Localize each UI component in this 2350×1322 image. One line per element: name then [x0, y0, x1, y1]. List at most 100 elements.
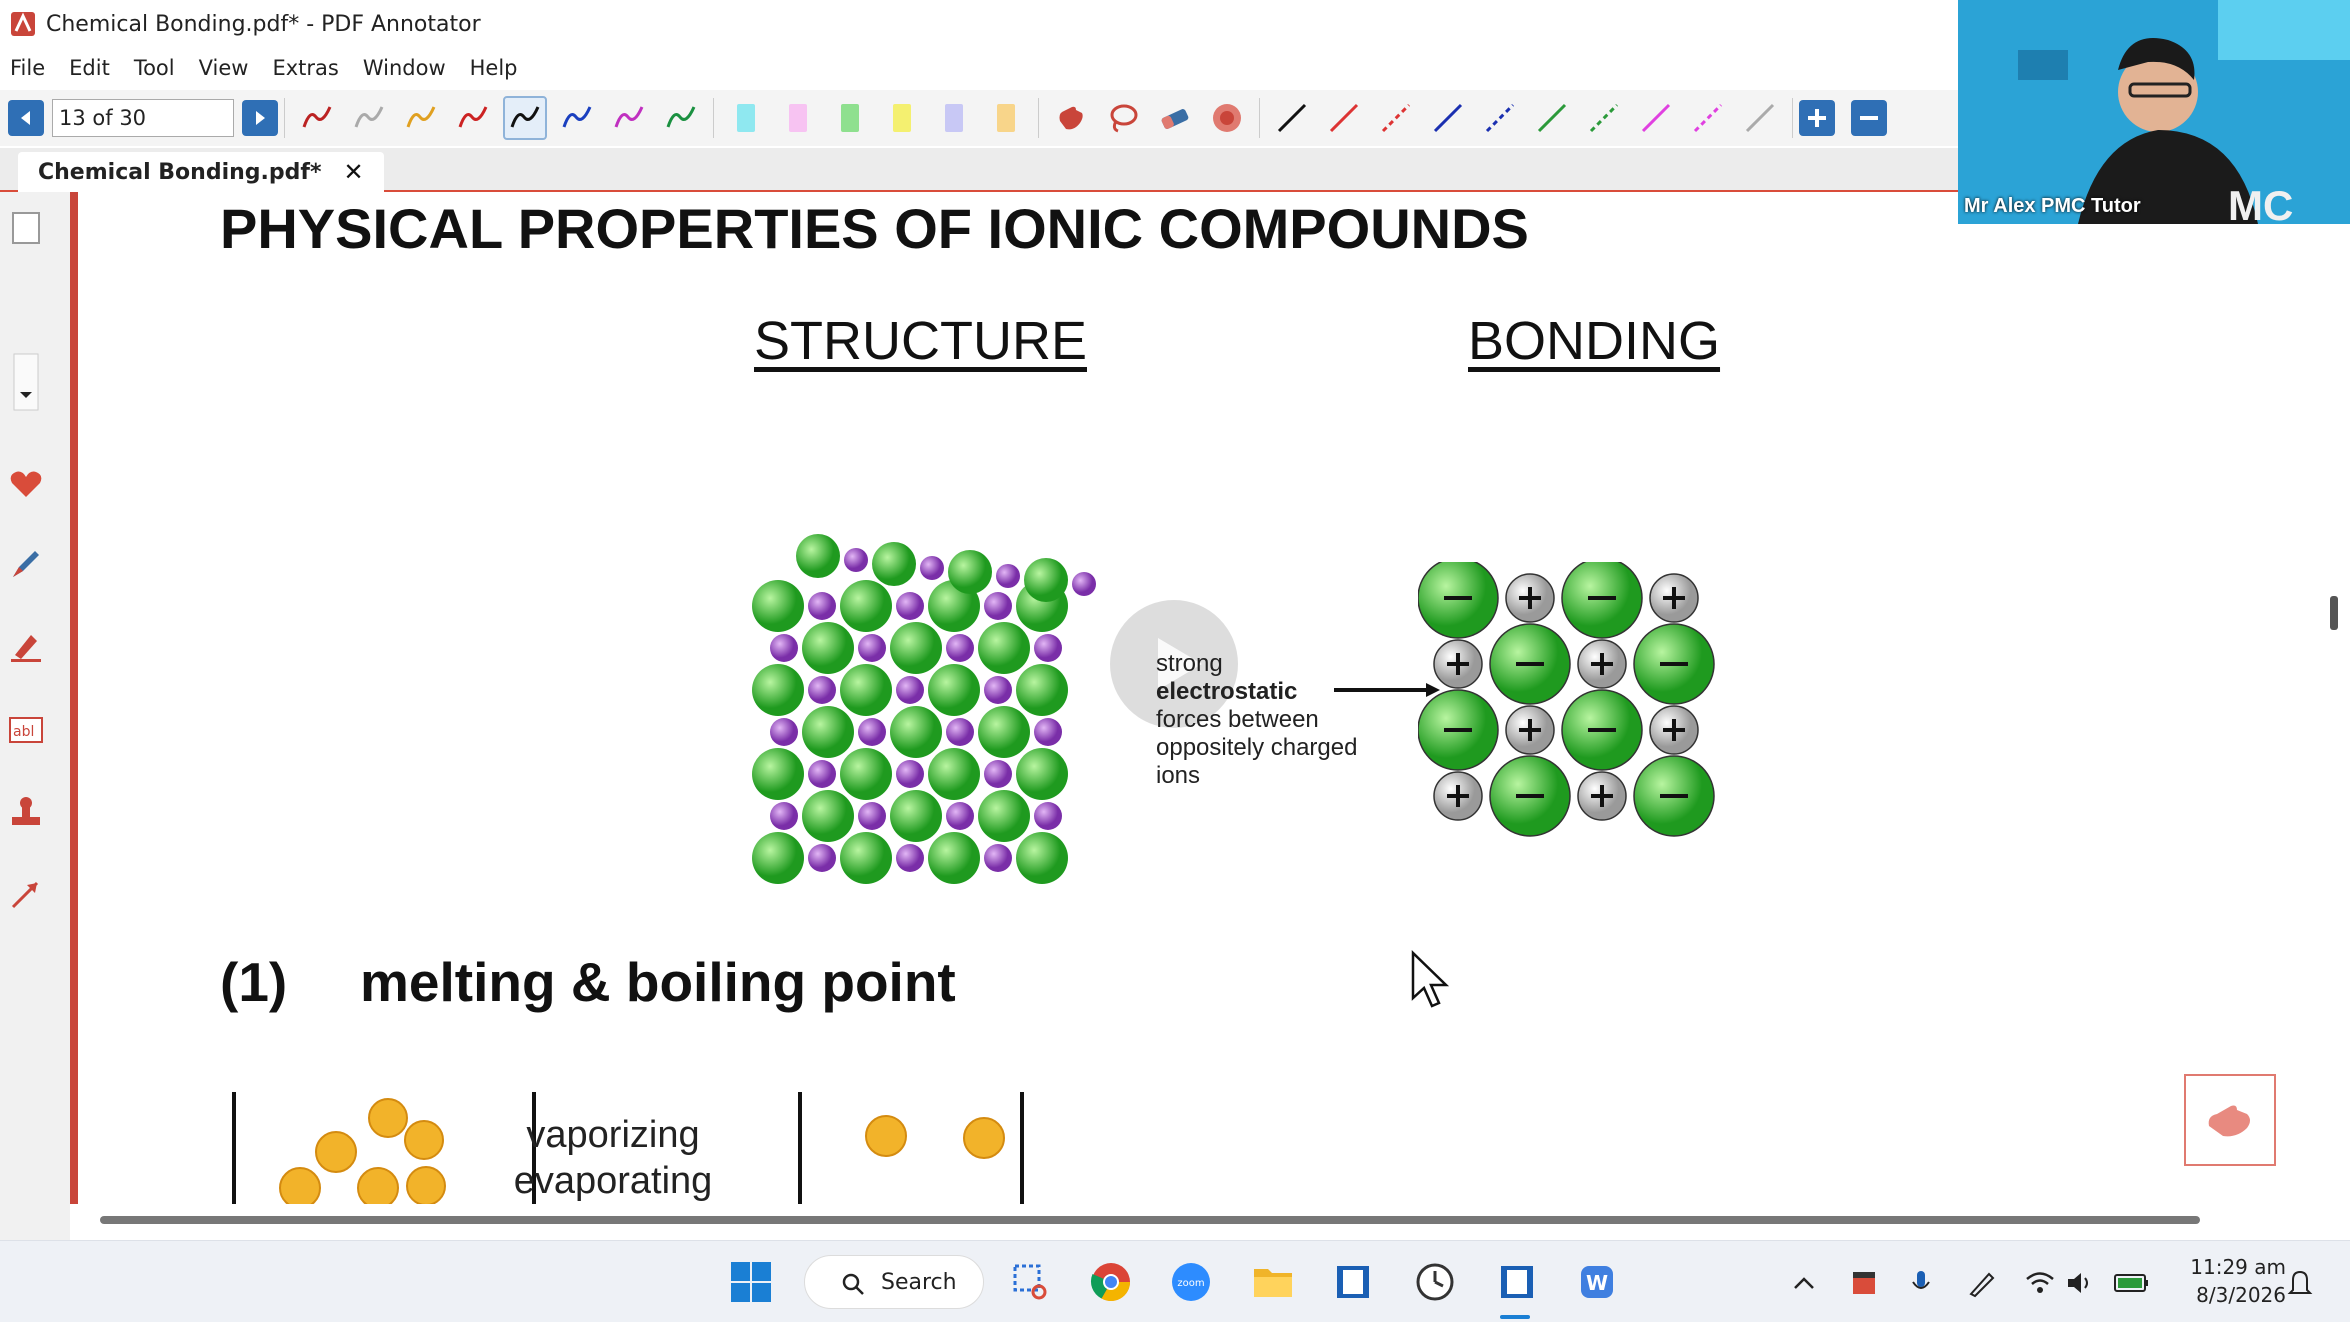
annotation-line: oppositely charged: [1156, 734, 1358, 761]
menu-help[interactable]: Help: [470, 56, 518, 80]
evaporating-text: evaporating: [513, 1160, 713, 1202]
search-label: Search: [881, 1269, 957, 1295]
file-explorer-button[interactable]: [1250, 1259, 1296, 1305]
line-tool-8-button[interactable]: [1634, 96, 1678, 140]
pen-color-6-button[interactable]: [555, 96, 599, 140]
pen-color-1-button[interactable]: [295, 96, 339, 140]
menu-tool[interactable]: Tool: [134, 56, 175, 80]
start-button[interactable]: [728, 1259, 774, 1305]
eraser-tool-button[interactable]: [1153, 96, 1197, 140]
horizontal-scrollbar[interactable]: [100, 1216, 2200, 1224]
line-icon: [1329, 103, 1359, 133]
page-number-input[interactable]: 13 of 30: [52, 99, 234, 137]
active-app-button[interactable]: [1494, 1259, 1540, 1305]
highlighter-swatch-icon: [789, 104, 807, 132]
highlighter-color-6-button[interactable]: [984, 96, 1028, 140]
line-tool-6-button[interactable]: [1530, 96, 1574, 140]
line-tool-4-button[interactable]: [1426, 96, 1470, 140]
chloride-ion: [890, 622, 942, 674]
anion: [1561, 562, 1643, 639]
pen-color-2-button[interactable]: [347, 96, 391, 140]
pdf-annotator-icon: [1337, 1266, 1369, 1298]
stamp-icon: [12, 797, 40, 825]
zoom-in-button[interactable]: [1799, 100, 1835, 136]
line-tool-7-button[interactable]: [1582, 96, 1626, 140]
next-page-button[interactable]: [242, 100, 278, 136]
highlighter-color-3-button[interactable]: [828, 96, 872, 140]
line-tool-1-button[interactable]: [1270, 96, 1314, 140]
pdf-annotator-taskbar-button[interactable]: [1330, 1259, 1376, 1305]
pen-stroke-icon: [354, 106, 384, 128]
highlighter-swatch-icon: [997, 104, 1015, 132]
line-tool-2-button[interactable]: [1322, 96, 1366, 140]
ion-grid-image: [1418, 562, 1715, 837]
battery-tray-icon[interactable]: [2114, 1265, 2150, 1301]
tab-close-icon[interactable]: ✕: [343, 158, 363, 186]
notifications-button[interactable]: [2282, 1265, 2318, 1301]
zoom-icon: zoom: [1172, 1263, 1210, 1301]
highlighter-color-2-button[interactable]: [776, 96, 820, 140]
record-tool-button[interactable]: [1205, 96, 1249, 140]
zoom-app-button[interactable]: zoom: [1168, 1259, 1214, 1305]
pen-color-8-button[interactable]: [659, 96, 703, 140]
panel-dropdown-button[interactable]: [4, 353, 48, 411]
whiteboard-app-button[interactable]: W: [1574, 1259, 1620, 1305]
pen-color-7-button[interactable]: [607, 96, 651, 140]
favorites-button[interactable]: [4, 462, 48, 506]
chrome-button[interactable]: [1088, 1259, 1134, 1305]
pen-color-3-button[interactable]: [399, 96, 443, 140]
highlighter-panel-button[interactable]: [4, 624, 48, 668]
line-tool-3-button[interactable]: [1374, 96, 1418, 140]
microphone-tray-icon[interactable]: [1904, 1265, 1940, 1301]
clock-app-button[interactable]: [1412, 1259, 1458, 1305]
highlighter-color-5-button[interactable]: [932, 96, 976, 140]
menu-edit[interactable]: Edit: [69, 56, 110, 80]
vertical-scrollbar[interactable]: [2330, 596, 2338, 630]
previous-page-button[interactable]: [8, 100, 44, 136]
stamp-panel-button[interactable]: [4, 790, 48, 834]
lasso-tool-button[interactable]: [1101, 96, 1145, 140]
volume-tray-icon[interactable]: [2062, 1265, 2098, 1301]
menu-extras[interactable]: Extras: [272, 56, 338, 80]
hand-tool-button[interactable]: [1049, 96, 1093, 140]
line-icon: [1693, 103, 1723, 133]
show-hidden-icons-button[interactable]: [1786, 1265, 1822, 1301]
window-title: Chemical Bonding.pdf* - PDF Annotator: [46, 11, 481, 37]
sodium-ion: [1034, 718, 1062, 746]
pdf-page-view[interactable]: PHYSICAL PROPERTIES OF IONIC COMPOUNDS S…: [78, 192, 2312, 1204]
text-box-panel-button[interactable]: abl: [4, 708, 48, 752]
line-tool-5-button[interactable]: [1478, 96, 1522, 140]
wifi-tray-icon[interactable]: [2022, 1265, 2058, 1301]
anion: [1418, 562, 1499, 639]
menu-window[interactable]: Window: [363, 56, 446, 80]
pen-color-4-button[interactable]: [451, 96, 495, 140]
pen-color-5-button[interactable]: [503, 96, 547, 140]
highlighter-color-1-button[interactable]: [724, 96, 768, 140]
arrow-panel-button[interactable]: [4, 872, 48, 916]
tray-app-icon[interactable]: [1846, 1265, 1882, 1301]
annotation-line: forces between: [1156, 706, 1319, 733]
zoom-out-button[interactable]: [1851, 100, 1887, 136]
page-thumbnail-button[interactable]: [4, 206, 48, 250]
document-tab[interactable]: Chemical Bonding.pdf* ✕: [18, 152, 384, 192]
system-clock[interactable]: 11:29 am 8/3/2026: [2176, 1253, 2286, 1309]
pen-panel-button[interactable]: [4, 542, 48, 586]
section-number: (1): [220, 951, 288, 1013]
pen-tray-icon[interactable]: [1964, 1265, 2000, 1301]
lasso-icon: [1110, 104, 1138, 133]
line-tool-9-button[interactable]: [1686, 96, 1730, 140]
pen-tool-group: [291, 96, 707, 140]
chloride-ion: [978, 622, 1030, 674]
taskbar-search[interactable]: Search: [804, 1255, 984, 1309]
toolbar-separator: [1038, 98, 1039, 138]
highlighter-swatch-icon: [841, 104, 859, 132]
snipping-tool-button[interactable]: [1008, 1259, 1054, 1305]
chloride-ion: [802, 622, 854, 674]
menu-file[interactable]: File: [10, 56, 45, 80]
menu-view[interactable]: View: [199, 56, 249, 80]
floating-hand-button[interactable]: [2184, 1074, 2276, 1166]
cation: [1433, 639, 1483, 689]
line-tool-10-button[interactable]: [1738, 96, 1782, 140]
cation: [1433, 771, 1483, 821]
highlighter-color-4-button[interactable]: [880, 96, 924, 140]
